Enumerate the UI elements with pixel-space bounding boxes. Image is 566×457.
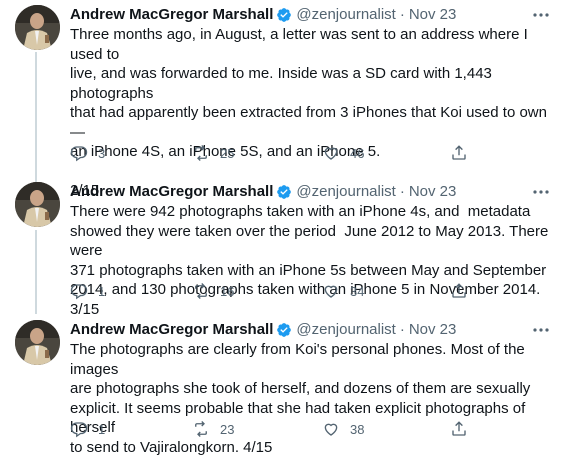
- tweet-text: There were 942 photographs taken with an…: [70, 202, 550, 319]
- author-handle[interactable]: @zenjournalist: [296, 5, 395, 25]
- reply-button[interactable]: 1: [70, 419, 105, 439]
- retweet-icon: [192, 420, 210, 438]
- reply-count: 1: [98, 422, 105, 437]
- tweet-header: Andrew MacGregor Marshall @zenjournalist…: [70, 182, 550, 202]
- author-name[interactable]: Andrew MacGregor Marshall: [70, 182, 273, 202]
- like-button[interactable]: 38: [322, 419, 364, 439]
- avatar[interactable]: [15, 182, 60, 227]
- tweet-date[interactable]: Nov 23: [409, 5, 457, 25]
- retweet-button[interactable]: 25: [192, 143, 234, 163]
- avatar-photo-icon: [15, 182, 60, 227]
- retweet-count: 23: [220, 422, 234, 437]
- tweet-text-line: [70, 162, 550, 182]
- heart-icon: [322, 420, 340, 438]
- share-button[interactable]: [450, 281, 468, 301]
- tweet-text: Three months ago, in August, a letter wa…: [70, 25, 550, 201]
- avatar-photo-icon: [15, 5, 60, 50]
- retweet-count: 25: [220, 146, 234, 161]
- author-handle[interactable]: @zenjournalist: [296, 320, 395, 340]
- verified-badge-icon: [276, 322, 292, 338]
- share-button[interactable]: [450, 419, 468, 439]
- like-count: 34: [350, 284, 364, 299]
- tweet-text-line: The photographs are clearly from Koi's p…: [70, 340, 550, 379]
- tweet-text-line: are photographs she took of herself, and…: [70, 379, 550, 399]
- more-options-icon[interactable]: [532, 324, 550, 336]
- reply-count: 3: [98, 146, 105, 161]
- heart-icon: [322, 144, 340, 162]
- tweet-header: Andrew MacGregor Marshall @zenjournalist…: [70, 5, 550, 25]
- like-count: 38: [350, 422, 364, 437]
- verified-badge-icon: [276, 184, 292, 200]
- tweet[interactable]: Andrew MacGregor Marshall @zenjournalist…: [0, 182, 566, 307]
- author-handle[interactable]: @zenjournalist: [296, 182, 395, 202]
- tweet-text-line: There were 942 photographs taken with an…: [70, 202, 550, 222]
- tweet-header: Andrew MacGregor Marshall @zenjournalist…: [70, 320, 550, 340]
- tweet-text-line: to send to Vajiralongkorn. 4/15: [70, 438, 550, 457]
- tweet-text-line: showed they were taken over the period J…: [70, 222, 550, 261]
- avatar-photo-icon: [15, 320, 60, 365]
- share-button[interactable]: [450, 143, 468, 163]
- share-icon: [450, 144, 468, 162]
- retweet-icon: [192, 282, 210, 300]
- avatar[interactable]: [15, 5, 60, 50]
- separator-dot: ·: [400, 182, 405, 202]
- separator-dot: ·: [400, 320, 405, 340]
- tweet-actions: 1 23 38: [70, 419, 470, 439]
- author-name[interactable]: Andrew MacGregor Marshall: [70, 5, 273, 25]
- retweet-count: 16: [220, 284, 234, 299]
- separator-dot: ·: [400, 5, 405, 25]
- tweet-actions: 1 16 34: [70, 281, 470, 301]
- reply-button[interactable]: 3: [70, 143, 105, 163]
- tweet-text-line: live, and was forwarded to me. Inside wa…: [70, 64, 550, 103]
- retweet-button[interactable]: 23: [192, 419, 234, 439]
- share-icon: [450, 420, 468, 438]
- reply-icon: [70, 144, 88, 162]
- more-options-icon[interactable]: [532, 9, 550, 21]
- more-options-icon[interactable]: [532, 186, 550, 198]
- like-count: 46: [350, 146, 364, 161]
- verified-badge-icon: [276, 7, 292, 23]
- like-button[interactable]: 34: [322, 281, 364, 301]
- retweet-icon: [192, 144, 210, 162]
- reply-count: 1: [98, 284, 105, 299]
- heart-icon: [322, 282, 340, 300]
- reply-icon: [70, 420, 88, 438]
- tweet[interactable]: Andrew MacGregor Marshall @zenjournalist…: [0, 320, 566, 445]
- tweet-date[interactable]: Nov 23: [409, 182, 457, 202]
- share-icon: [450, 282, 468, 300]
- tweet-text: The photographs are clearly from Koi's p…: [70, 340, 550, 457]
- like-button[interactable]: 46: [322, 143, 364, 163]
- avatar[interactable]: [15, 320, 60, 365]
- reply-button[interactable]: 1: [70, 281, 105, 301]
- author-name[interactable]: Andrew MacGregor Marshall: [70, 320, 273, 340]
- tweet-text-line: Three months ago, in August, a letter wa…: [70, 25, 550, 64]
- reply-icon: [70, 282, 88, 300]
- tweet-text-line: that had apparently been extracted from …: [70, 103, 550, 142]
- tweet-text-line: 371 photographs taken with an iPhone 5s …: [70, 261, 550, 281]
- tweet-date[interactable]: Nov 23: [409, 320, 457, 340]
- retweet-button[interactable]: 16: [192, 281, 234, 301]
- tweet[interactable]: Andrew MacGregor Marshall @zenjournalist…: [0, 5, 566, 170]
- tweet-actions: 3 25 46: [70, 143, 470, 163]
